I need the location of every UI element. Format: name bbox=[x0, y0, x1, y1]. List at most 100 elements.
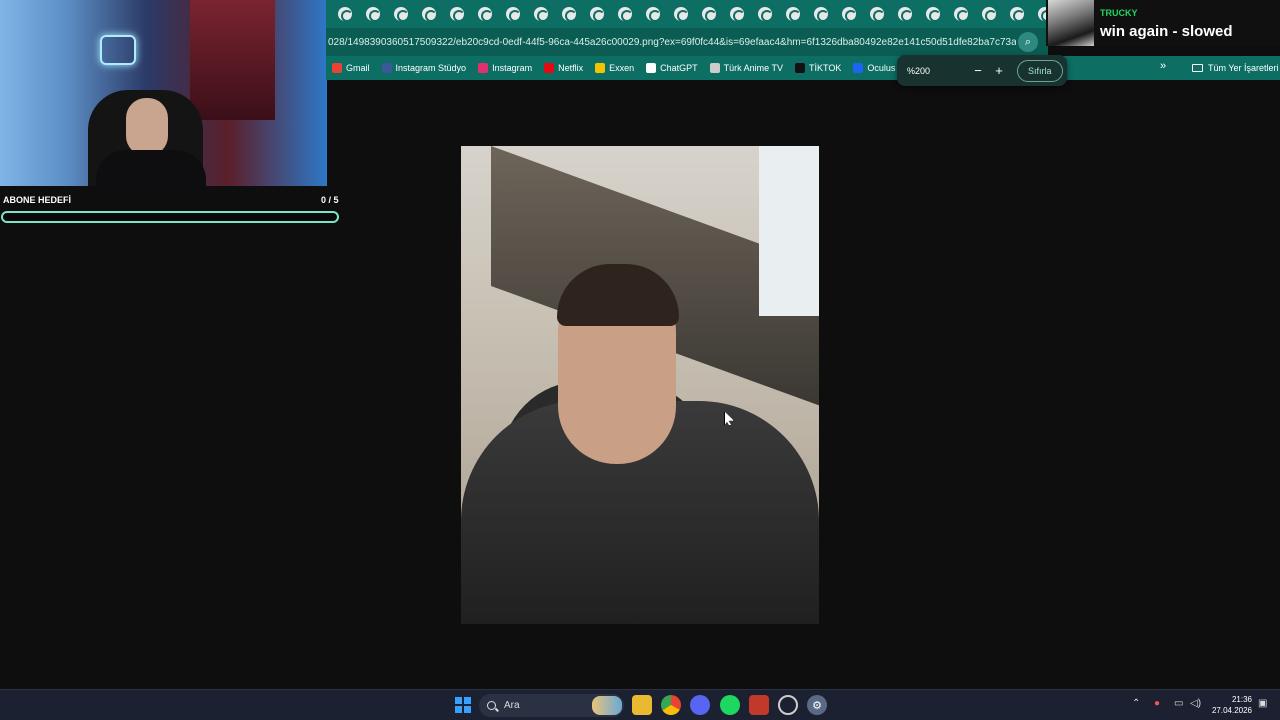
volume-icon[interactable]: ◁) bbox=[1190, 698, 1201, 709]
zoom-in-button[interactable]: + bbox=[990, 62, 1008, 80]
bookmark-favicon-icon bbox=[595, 63, 606, 73]
subscriber-goal-label: ABONE HEDEFİ bbox=[3, 195, 72, 205]
bookmark-label: Instagram bbox=[492, 63, 533, 73]
taskbar-search[interactable]: Ara bbox=[479, 694, 624, 717]
bookmark-item[interactable]: Gmail bbox=[326, 63, 376, 73]
browser-tab-favicon[interactable] bbox=[702, 7, 717, 22]
clock-time: 21:36 bbox=[1231, 695, 1252, 704]
zoom-indicator-icon[interactable]: ⌕ bbox=[1018, 32, 1038, 52]
browser-tab-favicon[interactable] bbox=[338, 7, 353, 22]
bookmark-favicon-icon bbox=[853, 63, 864, 73]
bookmark-favicon-icon bbox=[709, 63, 720, 73]
address-bar[interactable]: 028/1498390360517509322/eb20c9cd-0edf-44… bbox=[326, 28, 1048, 56]
browser-tab-favicon[interactable] bbox=[898, 7, 913, 22]
now-playing-artist: TRUCKY bbox=[1100, 8, 1138, 18]
bookmark-favicon-icon bbox=[795, 63, 805, 73]
bookmark-favicon-icon bbox=[332, 63, 342, 73]
spotify-icon[interactable] bbox=[720, 695, 740, 715]
browser-tab-favicon[interactable] bbox=[954, 7, 969, 22]
bookmark-label: Türk Anime TV bbox=[723, 63, 783, 73]
bookmark-item[interactable]: ChatGPT bbox=[640, 63, 704, 73]
webcam-feed bbox=[0, 0, 327, 186]
clock-date: 27.04.2026 bbox=[1211, 706, 1252, 715]
bookmark-label: TİKTOK bbox=[809, 63, 842, 73]
browser-tab-favicon[interactable] bbox=[366, 7, 381, 22]
browser-tab-favicon[interactable] bbox=[1010, 7, 1025, 22]
all-bookmarks-button[interactable]: Tüm Yer İşaretleri bbox=[1192, 56, 1279, 80]
all-bookmarks-label: Tüm Yer İşaretleri bbox=[1208, 63, 1279, 73]
more-bookmarks-button[interactable]: » bbox=[1160, 60, 1166, 72]
browser-tab-favicon[interactable] bbox=[758, 7, 773, 22]
browser-tab-favicon[interactable] bbox=[674, 7, 689, 22]
zoom-level: %200 bbox=[907, 65, 931, 76]
search-highlight-icon bbox=[592, 696, 622, 715]
bookmark-label: Netflix bbox=[558, 63, 584, 73]
chrome-icon[interactable] bbox=[661, 695, 681, 715]
browser-tab-favicon[interactable] bbox=[506, 7, 521, 22]
browser-tab-favicon[interactable] bbox=[422, 7, 437, 22]
browser-tab-favicon[interactable] bbox=[982, 7, 997, 22]
browser-tab-favicon[interactable] bbox=[450, 7, 465, 22]
browser-tab-favicon[interactable] bbox=[842, 7, 857, 22]
zoom-out-button[interactable]: − bbox=[969, 62, 987, 80]
album-art bbox=[1048, 0, 1094, 46]
bookmark-favicon-icon bbox=[646, 63, 657, 73]
obs-icon[interactable] bbox=[778, 695, 798, 715]
bookmark-item[interactable]: Instagram Stüdyo bbox=[376, 63, 473, 73]
browser-tab-favicon[interactable] bbox=[730, 7, 745, 22]
zoom-reset-button[interactable]: Sıfırla bbox=[1017, 59, 1063, 82]
taskbar: Ara ⚙ ⌃ ● ▭ ◁) 21:36 27.04.2026 ▣ bbox=[0, 689, 1280, 720]
browser-tab-favicon[interactable] bbox=[786, 7, 801, 22]
streaming-app-icon[interactable] bbox=[749, 695, 769, 715]
bookmark-label: Gmail bbox=[346, 63, 370, 73]
browser-tab-favicon[interactable] bbox=[926, 7, 941, 22]
url-text[interactable]: 028/1498390360517509322/eb20c9cd-0edf-44… bbox=[326, 37, 1016, 48]
microphone-icon[interactable]: ● bbox=[1154, 698, 1160, 709]
webcam-background-wall bbox=[190, 0, 275, 120]
notification-icon[interactable]: ▣ bbox=[1258, 698, 1267, 709]
bookmark-favicon-icon bbox=[478, 63, 489, 73]
viewed-image[interactable] bbox=[461, 146, 819, 624]
settings-icon[interactable]: ⚙ bbox=[807, 695, 827, 715]
browser-tab-favicon[interactable] bbox=[534, 7, 549, 22]
bookmark-item[interactable]: Türk Anime TV bbox=[704, 63, 789, 73]
tray-overflow-icon[interactable]: ⌃ bbox=[1132, 698, 1140, 709]
start-button[interactable] bbox=[453, 695, 473, 715]
browser-tab-favicon[interactable] bbox=[394, 7, 409, 22]
bookmark-favicon-icon bbox=[544, 63, 555, 73]
tab-strip bbox=[326, 0, 1053, 28]
discord-icon[interactable] bbox=[690, 695, 710, 715]
browser-tab-favicon[interactable] bbox=[562, 7, 577, 22]
now-playing-widget: TRUCKY win again - slowed bbox=[1046, 0, 1280, 46]
zoom-popup: %200 − + Sıfırla bbox=[897, 55, 1067, 86]
browser-tab-favicon[interactable] bbox=[870, 7, 885, 22]
bookmark-item[interactable]: TİKTOK bbox=[789, 63, 847, 73]
now-playing-title: win again - slowed bbox=[1100, 23, 1233, 40]
browser-tab-favicon[interactable] bbox=[646, 7, 661, 22]
bookmark-favicon-icon bbox=[381, 63, 392, 73]
network-icon[interactable]: ▭ bbox=[1174, 698, 1183, 709]
system-clock[interactable]: 21:36 27.04.2026 bbox=[1208, 694, 1252, 716]
bookmark-list: Gmail Instagram Stüdyo Instagram Netflix Exx… bbox=[326, 63, 972, 73]
subscriber-goal-bar bbox=[1, 211, 339, 223]
folder-icon bbox=[1192, 64, 1203, 72]
browser-tab-favicon[interactable] bbox=[478, 7, 493, 22]
bookmark-item[interactable]: Netflix bbox=[538, 63, 589, 73]
browser-tab-favicon[interactable] bbox=[814, 7, 829, 22]
bookmarks-bar: Gmail Instagram Stüdyo Instagram Netflix Exx… bbox=[326, 56, 1280, 80]
bookmark-label: Instagram Stüdyo bbox=[395, 63, 467, 73]
subscriber-goal-count: 0 / 5 bbox=[321, 195, 339, 205]
streamer-body bbox=[96, 150, 206, 186]
bookmark-item[interactable]: Instagram bbox=[472, 63, 538, 73]
neon-sign bbox=[100, 35, 136, 65]
search-icon bbox=[487, 701, 496, 710]
bookmark-item[interactable]: Exxen bbox=[589, 63, 640, 73]
browser-tab-favicon[interactable] bbox=[618, 7, 633, 22]
bookmark-label: ChatGPT bbox=[660, 63, 698, 73]
browser-tab-favicon[interactable] bbox=[590, 7, 605, 22]
search-placeholder: Ara bbox=[504, 700, 520, 711]
streamer-head bbox=[126, 98, 168, 156]
photo-sky bbox=[759, 146, 819, 316]
file-explorer-icon[interactable] bbox=[632, 695, 652, 715]
windows-logo-icon bbox=[455, 697, 471, 713]
